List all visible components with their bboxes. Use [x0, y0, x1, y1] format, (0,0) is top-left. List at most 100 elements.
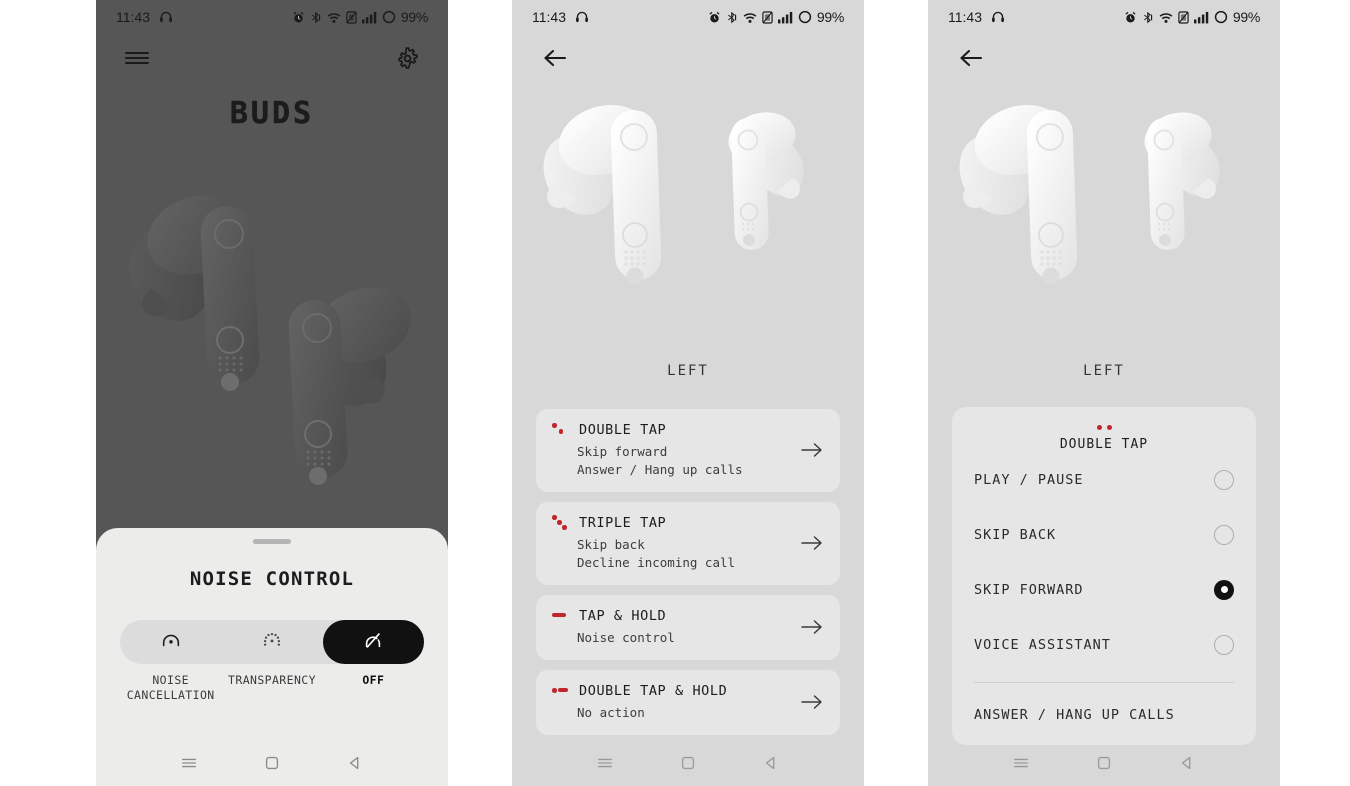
label-noise-cancellation: NOISE CANCELLATION	[126, 673, 215, 702]
home-icon[interactable]	[677, 752, 699, 774]
two-dots-icon	[552, 421, 569, 438]
three-dots-icon	[552, 514, 569, 531]
gesture-title: DOUBLE TAP & HOLD	[579, 682, 728, 699]
app-bar-panel-1	[96, 34, 448, 82]
arrow-right-icon[interactable]	[800, 438, 824, 462]
status-time: 11:43	[948, 9, 982, 25]
gesture-card-double-tap[interactable]: DOUBLE TAP Skip forward Answer / Hang up…	[536, 409, 840, 492]
home-icon[interactable]	[1093, 752, 1115, 774]
battery-ring-icon	[1214, 10, 1228, 24]
nfc-icon	[1178, 10, 1189, 24]
headphones-icon	[575, 10, 589, 24]
status-bar: 11:43 99%	[96, 0, 448, 34]
buds-logo: BUDS	[229, 96, 315, 132]
battery-percent: 99%	[400, 9, 428, 25]
headphones-icon	[159, 10, 173, 24]
headphones-icon	[991, 10, 1005, 24]
app-bar-panel-2	[512, 34, 864, 82]
noise-control-labels: NOISE CANCELLATION TRANSPARENCY OFF	[120, 673, 424, 703]
option-skip-forward[interactable]: SKIP FORWARD	[974, 562, 1234, 617]
option-label: VOICE ASSISTANT	[974, 636, 1111, 653]
recents-icon[interactable]	[594, 752, 616, 774]
arrow-left-icon[interactable]	[540, 43, 570, 73]
dot-dot-dash-icon	[552, 682, 569, 699]
gesture-action-1: No action	[577, 705, 645, 720]
label-transparency: TRANSPARENCY	[228, 673, 316, 687]
double-tap-action-card: DOUBLE TAP PLAY / PAUSE SKIP BACK SKIP F…	[952, 407, 1256, 745]
gesture-action-2: Answer / Hang up calls	[577, 462, 743, 477]
sheet-grabber[interactable]	[253, 539, 291, 544]
signal-icon	[777, 11, 793, 24]
back-icon[interactable]	[344, 752, 366, 774]
gesture-list: DOUBLE TAP Skip forward Answer / Hang up…	[536, 409, 840, 735]
transparency-button[interactable]	[221, 620, 322, 664]
signal-icon	[361, 11, 377, 24]
label-off: OFF	[362, 673, 385, 687]
status-bar: 11:43 99%	[928, 0, 1280, 34]
option-play-pause[interactable]: PLAY / PAUSE	[974, 452, 1234, 507]
bud-side-label: LEFT	[1083, 363, 1125, 379]
back-icon[interactable]	[760, 752, 782, 774]
dot-dash-icon	[552, 607, 569, 624]
gesture-card-double-tap-hold[interactable]: DOUBLE TAP & HOLD No action	[536, 670, 840, 735]
phone-panel-3: 11:43 99% LEFT DOUBLE TAP PLAY / PAUSE S…	[928, 0, 1280, 786]
gear-icon[interactable]	[392, 43, 422, 73]
screenshot-stage: 11:43 99% BUDS NOISE CONTROL NOISE CANCE…	[0, 0, 1350, 786]
radio-play-pause[interactable]	[1214, 469, 1234, 490]
nfc-icon	[762, 10, 773, 24]
option-label: PLAY / PAUSE	[974, 471, 1084, 488]
status-time: 11:43	[532, 9, 566, 25]
app-bar-panel-3	[928, 34, 1280, 82]
noise-off-icon	[362, 629, 384, 655]
transparency-icon	[261, 629, 283, 655]
recents-icon[interactable]	[1010, 752, 1032, 774]
option-skip-back[interactable]: SKIP BACK	[974, 507, 1234, 562]
wifi-icon	[1159, 11, 1173, 24]
wifi-icon	[743, 11, 757, 24]
alarm-icon	[1124, 11, 1137, 24]
gesture-action-1: Noise control	[577, 630, 675, 645]
signal-icon	[1193, 11, 1209, 24]
battery-percent: 99%	[1232, 9, 1260, 25]
noise-off-button[interactable]	[322, 620, 424, 664]
arrow-right-icon[interactable]	[800, 531, 824, 555]
noise-cancellation-button[interactable]	[120, 620, 221, 664]
nav-bar-2	[512, 740, 864, 786]
battery-ring-icon	[382, 10, 396, 24]
back-icon[interactable]	[1176, 752, 1198, 774]
card-footer-label: ANSWER / HANG UP CALLS	[974, 707, 1175, 723]
bluetooth-icon	[310, 11, 322, 24]
gesture-title: TRIPLE TAP	[579, 514, 667, 531]
radio-voice-assistant[interactable]	[1214, 634, 1234, 655]
alarm-icon	[708, 11, 721, 24]
bluetooth-icon	[1142, 11, 1154, 24]
noise-control-sheet: NOISE CONTROL NOISE CANCELLATION TRANSPA…	[96, 528, 448, 786]
wifi-icon	[327, 11, 341, 24]
phone-panel-2: 11:43 99% LEFT DOUBLE TAP Skip forward A…	[512, 0, 864, 786]
arrow-right-icon[interactable]	[800, 690, 824, 714]
gesture-card-tap-hold[interactable]: TAP & HOLD Noise control	[536, 595, 840, 660]
card-header: DOUBLE TAP	[974, 425, 1234, 452]
status-time: 11:43	[116, 9, 150, 25]
gesture-title: DOUBLE TAP	[579, 421, 667, 438]
option-label: SKIP BACK	[974, 526, 1057, 543]
radio-skip-forward[interactable]	[1214, 579, 1234, 600]
arrow-right-icon[interactable]	[800, 615, 824, 639]
nav-bar-1	[96, 740, 448, 786]
noise-control-segmented	[120, 620, 424, 664]
radio-skip-back[interactable]	[1214, 524, 1234, 545]
gesture-action-2: Decline incoming call	[577, 555, 736, 570]
bluetooth-icon	[726, 11, 738, 24]
gesture-card-triple-tap[interactable]: TRIPLE TAP Skip back Decline incoming ca…	[536, 502, 840, 585]
gesture-action-1: Skip back	[577, 537, 645, 552]
home-icon[interactable]	[261, 752, 283, 774]
gesture-title: TAP & HOLD	[579, 607, 667, 624]
hamburger-menu-icon[interactable]	[122, 43, 152, 73]
alarm-icon	[292, 11, 305, 24]
nfc-icon	[346, 10, 357, 24]
recents-icon[interactable]	[178, 752, 200, 774]
earbuds-pair-image	[96, 170, 448, 530]
card-title: DOUBLE TAP	[1059, 437, 1149, 452]
arrow-left-icon[interactable]	[956, 43, 986, 73]
option-voice-assistant[interactable]: VOICE ASSISTANT	[974, 617, 1234, 672]
